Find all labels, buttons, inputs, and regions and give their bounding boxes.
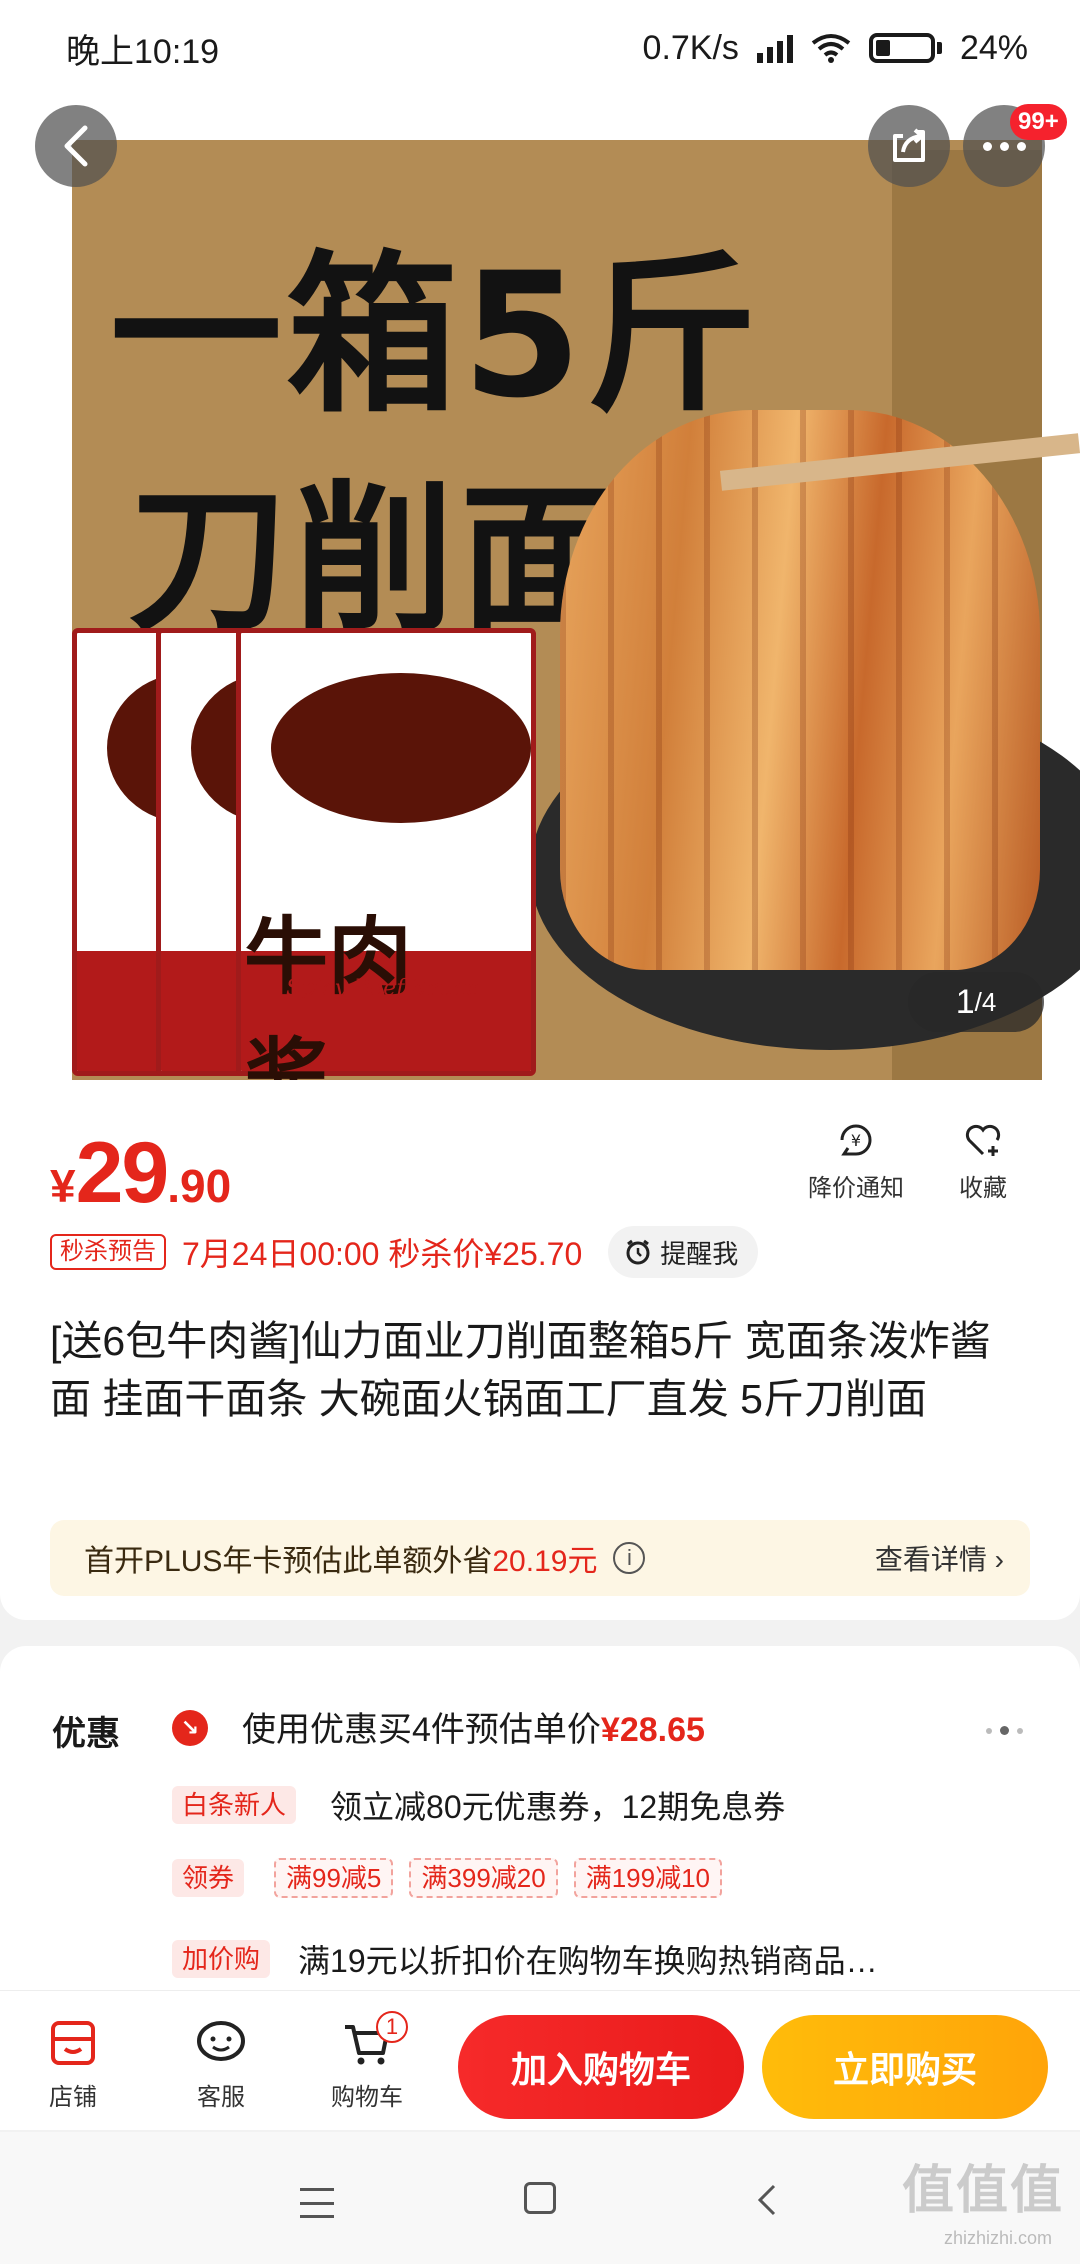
remind-me-button[interactable]: 提醒我 (608, 1226, 759, 1278)
coupon-row[interactable]: 领券 满99减5 满399减20 满199减10 (172, 1858, 723, 1898)
promo-main-text: 使用优惠买4件预估单价¥28.65 (242, 1702, 705, 1751)
addon-tag: 加价购 (172, 1940, 271, 1978)
promo-label: 优惠 (52, 1715, 120, 1753)
pager-current: 1 (955, 982, 975, 1021)
cart-label: 购物车 (331, 2084, 403, 2111)
menu-icon[interactable] (300, 2188, 334, 2218)
battery-percent: 24% (959, 28, 1028, 67)
chevron-left-icon (64, 125, 88, 167)
coupon-chip[interactable]: 满99减5 (274, 1858, 394, 1898)
noodles-image (560, 410, 1040, 970)
packet-sublabel: Spicy Beef Sauce (286, 976, 479, 1001)
share-icon (893, 128, 925, 162)
baitiao-text: 领立减80元优惠券，12期免息券 (330, 1789, 786, 1825)
battery-icon (868, 33, 942, 63)
shop-button[interactable]: 店铺 (18, 2015, 128, 2112)
promo-carousel-dots (986, 1726, 1023, 1735)
store-icon (51, 2021, 95, 2065)
addon-row[interactable]: 加价购 满19元以折扣价在购物车换购热销商品… (172, 1936, 878, 1982)
coupon-chip[interactable]: 满199减10 (573, 1858, 723, 1898)
baitiao-row[interactable]: 白条新人 领立减80元优惠券，12期免息券 (172, 1782, 785, 1828)
price: ¥ 29 .90 (50, 1124, 231, 1223)
back-button[interactable] (35, 105, 117, 187)
wifi-icon (811, 34, 851, 63)
notification-badge: 99+ (1010, 104, 1067, 140)
flash-sale-row: 秒杀预告 7月24日00:00 秒杀价¥25.70 提醒我 (50, 1226, 759, 1278)
favorite-label: 收藏 (959, 1175, 1007, 1202)
price-notify-label: 降价通知 (808, 1175, 904, 1202)
pager-total: /4 (974, 986, 997, 1017)
coupon-tag: 领券 (172, 1859, 245, 1897)
baitiao-tag: 白条新人 (172, 1786, 297, 1824)
customer-service-button[interactable]: 客服 (166, 2015, 276, 2112)
add-to-cart-button[interactable]: 加入购物车 (458, 2015, 744, 2119)
flash-sale-text: 7月24日00:00 秒杀价¥25.70 (182, 1236, 583, 1272)
product-title: [送6包牛肉酱]仙力面业刀削面整箱5斤 宽面条泼炸酱面 挂面干面条 大碗面火锅面… (50, 1318, 991, 1422)
signal-icon (756, 33, 793, 63)
bottom-action-bar: 店铺 客服 购物车 1 加入购物车 立即购买 (0, 1990, 1080, 2130)
chat-bubble-icon (197, 2021, 245, 2061)
share-button[interactable] (868, 105, 950, 187)
svg-text:¥: ¥ (851, 1131, 861, 1150)
watermark-site: zhizhizhi.com (943, 2228, 1052, 2248)
discount-arrow-icon: ↘ (172, 1710, 208, 1746)
price-decimal: .90 (167, 1160, 232, 1212)
remind-me-label: 提醒我 (660, 1238, 739, 1269)
price-currency: ¥ (50, 1160, 76, 1212)
image-pager: 1/4 (908, 972, 1044, 1032)
promo-main-label: 使用优惠买4件预估单价 (242, 1711, 601, 1749)
plus-amount: 20.19元 (492, 1545, 598, 1578)
info-icon[interactable]: i (613, 1542, 646, 1574)
favorite-button[interactable]: 收藏 (923, 1120, 1043, 1203)
status-bar: 晚上10:19 0.7K/s 24% (0, 0, 1080, 96)
coupon-chip[interactable]: 满399减20 (409, 1858, 558, 1898)
price-notify-button[interactable]: ¥ 降价通知 (796, 1120, 916, 1203)
cart-count-badge: 1 (376, 2011, 408, 2043)
flash-sale-tag: 秒杀预告 (50, 1234, 166, 1270)
watermark-logo: 值值值 (901, 2162, 1064, 2220)
promo-main-amount: ¥28.65 (600, 1711, 705, 1749)
price-integer: 29 (75, 1125, 170, 1221)
image-headline-1: 一箱5斤 (110, 235, 762, 436)
system-back-icon[interactable] (752, 2182, 782, 2218)
plus-savings-bar[interactable]: 首开PLUS年卡预估此单额外省 20.19元 i 查看详情 › (50, 1520, 1030, 1596)
net-speed: 0.7K/s (642, 28, 739, 67)
alarm-clock-icon (626, 1239, 650, 1265)
price-drop-bell-icon: ¥ (840, 1124, 872, 1156)
heart-icon (965, 1124, 1001, 1156)
shop-label: 店铺 (49, 2084, 97, 2111)
service-label: 客服 (197, 2084, 245, 2111)
plus-detail-link[interactable]: 查看详情 › (875, 1538, 1004, 1578)
plus-text: 首开PLUS年卡预估此单额外省 (84, 1545, 493, 1578)
status-time: 晚上10:19 (66, 32, 220, 71)
addon-text: 满19元以折扣价在购物车换购热销商品… (298, 1943, 878, 1979)
buy-now-button[interactable]: 立即购买 (762, 2015, 1048, 2119)
promotions-card[interactable]: 优惠 ↘ 使用优惠买4件预估单价¥28.65 白条新人 领立减80元优惠券，12… (0, 1646, 1080, 2006)
home-icon[interactable] (524, 2182, 556, 2214)
more-dots-icon (982, 141, 1026, 151)
product-info-card: ¥ 29 .90 ¥ 降价通知 收藏 秒杀预告 7月24日00:00 秒杀价¥2… (0, 1080, 1080, 1620)
